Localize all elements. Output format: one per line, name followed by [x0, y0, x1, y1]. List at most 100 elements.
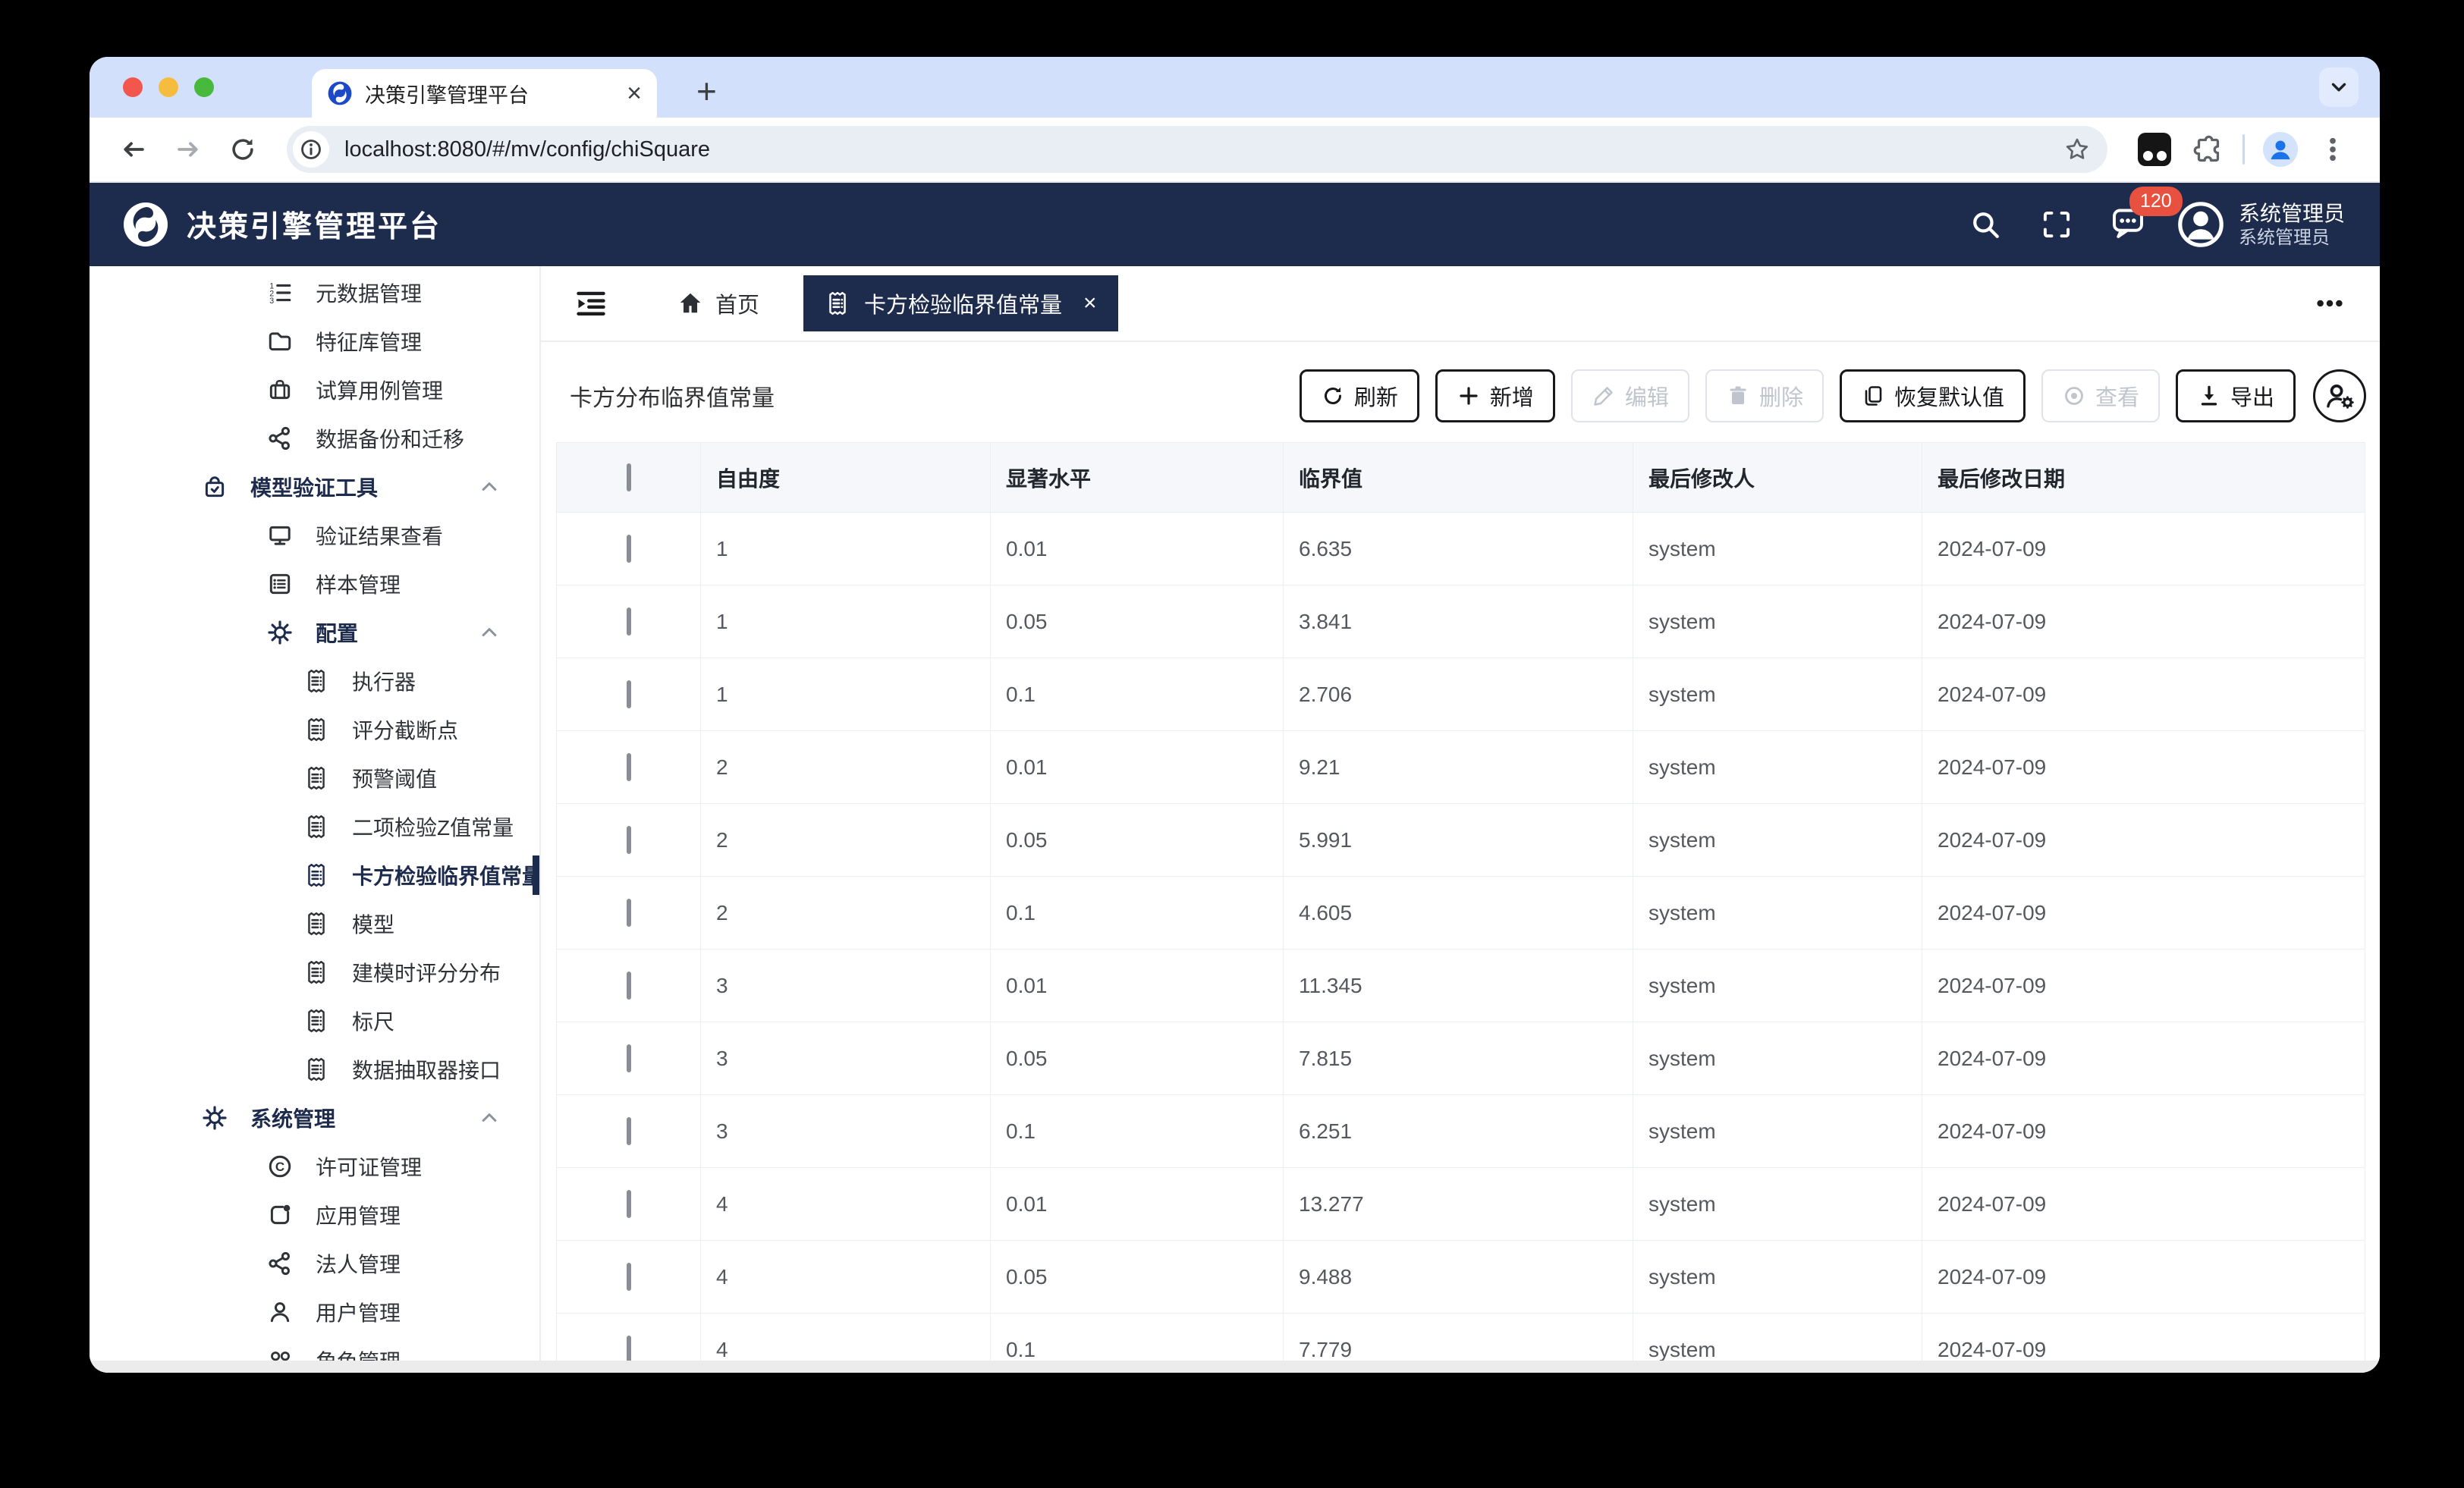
minimize-window-button[interactable] — [159, 77, 178, 97]
sidebar-item[interactable]: 建模时评分分布 — [90, 948, 539, 997]
site-info-button[interactable] — [293, 131, 329, 168]
table-row[interactable]: 4 0.01 13.277 system 2024-07-09 — [556, 1167, 2365, 1241]
restore-default-button[interactable]: 恢复默认值 — [1839, 369, 2026, 422]
row-checkbox[interactable] — [626, 825, 631, 854]
sidebar-item[interactable]: 用户管理 — [90, 1288, 539, 1336]
row-checkbox-cell — [556, 658, 701, 731]
content-header: 卡方分布临界值常量 刷新 新增 编辑 删除 恢复默认值 查看 导出 — [556, 369, 2366, 422]
table-row[interactable]: 2 0.1 4.605 system 2024-07-09 — [556, 876, 2365, 950]
row-checkbox[interactable] — [626, 680, 631, 708]
tab-options-ellipsis-icon[interactable] — [2313, 287, 2346, 320]
edit-button[interactable]: 编辑 — [1570, 369, 1689, 422]
row-checkbox[interactable] — [626, 752, 631, 781]
table-row[interactable]: 3 0.1 6.251 system 2024-07-09 — [556, 1094, 2365, 1168]
row-checkbox[interactable] — [626, 534, 631, 563]
sidebar-item[interactable]: 法人管理 — [90, 1239, 539, 1288]
row-checkbox[interactable] — [626, 1044, 631, 1072]
extensions-puzzle-icon[interactable] — [2191, 133, 2223, 165]
sidebar-item[interactable]: 执行器 — [90, 657, 539, 705]
sidebar-item[interactable]: 应用管理 — [90, 1191, 539, 1239]
sidebar-item[interactable]: 预警阈值 — [90, 754, 539, 802]
table-row[interactable]: 4 0.1 7.779 system 2024-07-09 — [556, 1313, 2365, 1361]
row-checkbox[interactable] — [626, 1189, 631, 1218]
reload-button[interactable] — [226, 133, 259, 166]
sidebar-item[interactable]: 配置 — [90, 608, 539, 657]
receipt-icon — [303, 717, 329, 742]
row-checkbox[interactable] — [626, 607, 631, 636]
row-checkbox[interactable] — [626, 1335, 631, 1361]
delete-button[interactable]: 删除 — [1705, 369, 1824, 422]
maximize-window-button[interactable] — [194, 77, 214, 97]
url-text[interactable]: localhost:8080/#/mv/config/chiSquare — [344, 137, 2063, 162]
table-row[interactable]: 1 0.1 2.706 system 2024-07-09 — [556, 658, 2365, 731]
app-title: 决策引擎管理平台 — [187, 211, 442, 243]
user-avatar-icon[interactable] — [2176, 200, 2225, 249]
browser-profile-button[interactable] — [2263, 132, 2298, 167]
browser-menu-icon[interactable] — [2318, 134, 2348, 165]
sidebar-item[interactable]: C 许可证管理 — [90, 1142, 539, 1191]
close-page-tab-icon[interactable]: × — [1083, 290, 1097, 316]
table-cell: 2024-07-09 — [1922, 512, 2365, 585]
sidebar-item[interactable]: 1 2 3 元数据管理 — [90, 268, 539, 317]
browser-tab[interactable]: 决策引擎管理平台 × — [312, 69, 657, 118]
add-button[interactable]: 新增 — [1435, 369, 1555, 422]
sidebar-item[interactable]: 二项检验Z值常量 — [90, 802, 539, 851]
row-checkbox[interactable] — [626, 1116, 631, 1145]
tab-close-icon[interactable]: × — [627, 80, 642, 106]
user-info[interactable]: 系统管理员 系统管理员 — [2239, 200, 2345, 250]
export-button[interactable]: 导出 — [2175, 369, 2296, 422]
bookmark-star-icon[interactable] — [2063, 136, 2091, 163]
sidebar-item[interactable]: 标尺 — [90, 997, 539, 1045]
user-settings-button[interactable] — [2313, 369, 2366, 422]
table-row[interactable]: 3 0.01 11.345 system 2024-07-09 — [556, 949, 2365, 1022]
active-page-tab[interactable]: 卡方检验临界值常量 × — [803, 275, 1118, 331]
sidebar-item[interactable]: 系统管理 — [90, 1094, 539, 1142]
extension-shortcut-button[interactable] — [2138, 133, 2171, 166]
tab-list-chevron-button[interactable] — [2319, 67, 2359, 107]
copyright-icon: C — [267, 1154, 293, 1179]
new-tab-button[interactable]: + — [696, 71, 717, 111]
search-button[interactable] — [1967, 206, 2004, 243]
sidebar-item[interactable]: 样本管理 — [90, 560, 539, 608]
address-bar[interactable]: localhost:8080/#/mv/config/chiSquare — [287, 126, 2107, 173]
row-checkbox[interactable] — [626, 971, 631, 1000]
table-row[interactable]: 3 0.05 7.815 system 2024-07-09 — [556, 1022, 2365, 1095]
row-checkbox[interactable] — [626, 898, 631, 927]
select-all-header-cell — [556, 442, 701, 513]
restore-default-button-label: 恢复默认值 — [1894, 386, 2004, 410]
sidebar-item[interactable]: 数据备份和迁移 — [90, 414, 539, 463]
messages-button[interactable]: 120 — [2110, 186, 2183, 245]
table-cell: 0.01 — [990, 949, 1284, 1022]
app-icon — [267, 1202, 293, 1228]
window-bottom-strip — [90, 1361, 2380, 1373]
table-row[interactable]: 2 0.05 5.991 system 2024-07-09 — [556, 803, 2365, 877]
sidebar-item[interactable]: 试算用例管理 — [90, 366, 539, 414]
table-row[interactable]: 1 0.01 6.635 system 2024-07-09 — [556, 512, 2365, 585]
row-checkbox[interactable] — [626, 1262, 631, 1291]
eye-icon — [2062, 384, 2086, 408]
collapse-sidebar-icon[interactable] — [574, 287, 608, 320]
row-checkbox-cell — [556, 1167, 701, 1241]
back-button[interactable] — [117, 133, 150, 166]
sidebar-item[interactable]: 角色管理 — [90, 1336, 539, 1361]
table-row[interactable]: 1 0.05 3.841 system 2024-07-09 — [556, 585, 2365, 658]
row-checkbox-cell — [556, 803, 701, 877]
select-all-checkbox[interactable] — [626, 463, 631, 491]
sidebar-item[interactable]: 评分截断点 — [90, 705, 539, 754]
table-row[interactable]: 4 0.05 9.488 system 2024-07-09 — [556, 1240, 2365, 1314]
breadcrumb-home[interactable]: 首页 — [677, 287, 759, 319]
delete-button-label: 删除 — [1758, 386, 1803, 410]
fullscreen-button[interactable] — [2038, 206, 2075, 243]
sidebar-item[interactable]: 卡方检验临界值常量 — [90, 851, 539, 899]
view-button[interactable]: 查看 — [2041, 369, 2160, 422]
forward-button[interactable] — [171, 133, 205, 166]
close-window-button[interactable] — [123, 77, 143, 97]
sidebar-item[interactable]: 数据抽取器接口 — [90, 1045, 539, 1094]
sidebar-item[interactable]: 模型验证工具 — [90, 463, 539, 511]
sidebar-item[interactable]: 特征库管理 — [90, 317, 539, 366]
plus-icon — [1457, 384, 1481, 408]
sidebar-item[interactable]: 验证结果查看 — [90, 511, 539, 560]
refresh-button[interactable]: 刷新 — [1299, 369, 1419, 422]
table-row[interactable]: 2 0.01 9.21 system 2024-07-09 — [556, 730, 2365, 804]
sidebar-item[interactable]: 模型 — [90, 899, 539, 948]
